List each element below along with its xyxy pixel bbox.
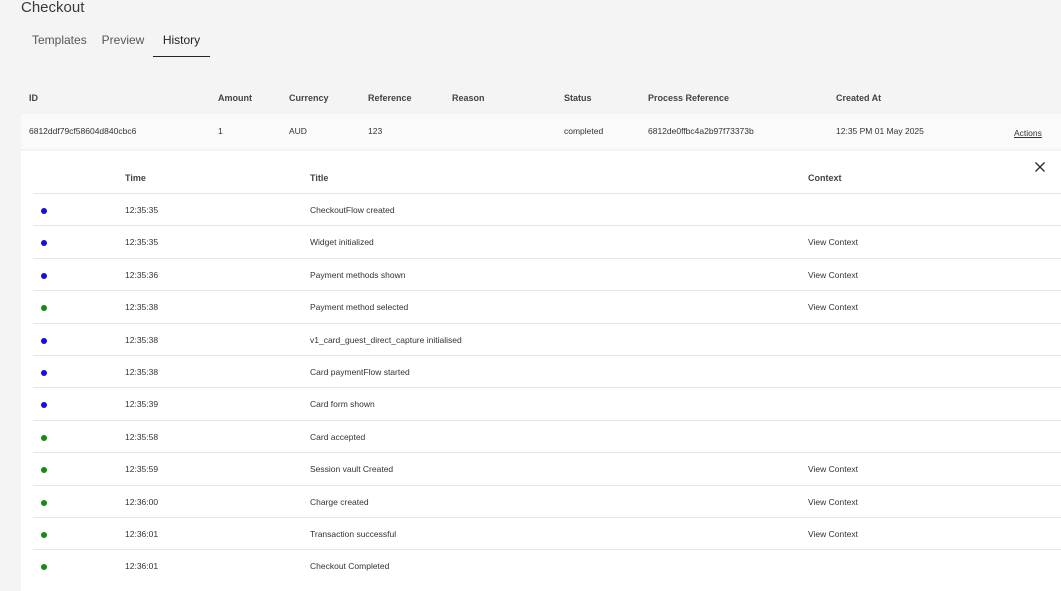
event-title: Checkout Completed bbox=[310, 561, 390, 572]
history-event-row: 12:35:58 Card accepted bbox=[33, 419, 1061, 453]
event-time: 12:36:00 bbox=[125, 496, 159, 507]
status-dot-icon bbox=[41, 272, 47, 279]
status-dot-icon bbox=[41, 208, 47, 214]
actions-link[interactable]: Actions bbox=[1014, 128, 1042, 138]
history-event-row: 12:36:00 Charge created View Context bbox=[33, 484, 1061, 518]
column-header-amount: Amount bbox=[218, 93, 252, 103]
status-dot-icon bbox=[41, 305, 47, 312]
status-dot-icon bbox=[41, 337, 47, 344]
event-time: 12:36:01 bbox=[125, 561, 159, 572]
status-dot-icon bbox=[41, 240, 47, 247]
tab-history[interactable]: History bbox=[153, 33, 210, 57]
view-context-link[interactable]: View Context bbox=[808, 237, 858, 247]
history-header-time: Time bbox=[125, 173, 146, 183]
event-title: Transaction successful bbox=[310, 529, 397, 539]
page-title: Checkout bbox=[21, 0, 85, 16]
event-title: Card accepted bbox=[310, 431, 366, 442]
event-time: 12:35:38 bbox=[125, 334, 159, 345]
event-time: 12:35:59 bbox=[125, 464, 159, 475]
history-event-row: 12:35:36 Payment methods shown View Contex… bbox=[33, 257, 1061, 291]
history-event-row: 12:35:38 Payment method selected View Cont… bbox=[33, 290, 1061, 323]
event-time: 12:35:36 bbox=[125, 269, 159, 280]
event-title: Card form shown bbox=[310, 399, 375, 410]
history-event-row: 12:36:01 Transaction successful View Conte… bbox=[33, 517, 1061, 550]
column-header-status: Status bbox=[564, 93, 592, 103]
history-event-row: 12:35:39 Card form shown bbox=[33, 387, 1061, 420]
cell-reference: 123 bbox=[368, 126, 383, 136]
event-time: 12:36:01 bbox=[125, 529, 159, 539]
event-title: Charge created bbox=[310, 496, 369, 507]
status-dot-icon bbox=[41, 564, 47, 571]
history-event-row: 12:35:35 CheckoutFlow created bbox=[33, 193, 1061, 226]
cell-currency: AUD bbox=[289, 126, 307, 136]
status-dot-icon bbox=[41, 402, 47, 409]
history-event-row: 12:35:59 Session vault Created View Contex… bbox=[33, 452, 1061, 485]
event-title: Card paymentFlow started bbox=[310, 367, 410, 377]
event-time: 12:35:35 bbox=[125, 237, 159, 248]
event-title: Payment method selected bbox=[310, 302, 409, 313]
column-header-id: ID bbox=[29, 93, 38, 103]
cell-status: completed bbox=[564, 126, 604, 136]
event-title: v1_card_guest_direct_capture initialised bbox=[310, 334, 462, 345]
status-dot-icon bbox=[41, 532, 47, 538]
history-event-row: 12:35:38 Card paymentFlow started bbox=[33, 355, 1061, 388]
event-time: 12:35:38 bbox=[125, 302, 159, 313]
cell-created-at: 12:35 PM 01 May 2025 bbox=[836, 126, 924, 136]
tab-preview[interactable]: Preview bbox=[100, 33, 146, 56]
view-context-link[interactable]: View Context bbox=[808, 302, 858, 312]
view-context-link[interactable]: View Context bbox=[808, 270, 858, 280]
history-header-title: Title bbox=[310, 173, 329, 183]
event-title: Widget initialized bbox=[310, 237, 374, 248]
column-header-process-reference: Process Reference bbox=[648, 93, 730, 103]
cell-process-reference: 6812de0ffbc4a2b97f73373b bbox=[648, 126, 754, 136]
view-context-link[interactable]: View Context bbox=[808, 497, 858, 507]
view-context-link[interactable]: View Context bbox=[808, 464, 858, 474]
event-title: Payment methods shown bbox=[310, 269, 406, 280]
status-dot-icon bbox=[41, 499, 47, 506]
event-time: 12:35:38 bbox=[125, 367, 159, 377]
event-title: CheckoutFlow created bbox=[310, 205, 395, 215]
history-header-context: Context bbox=[808, 173, 842, 183]
cell-amount: 1 bbox=[218, 126, 223, 136]
status-dot-icon bbox=[41, 434, 47, 441]
column-header-reason: Reason bbox=[452, 93, 485, 103]
cell-id: 6812ddf79cf58604d840cbc6 bbox=[29, 126, 137, 136]
status-dot-icon bbox=[41, 370, 47, 376]
column-header-created-at: Created At bbox=[836, 93, 882, 103]
event-time: 12:35:35 bbox=[125, 205, 159, 215]
tab-templates[interactable]: Templates bbox=[32, 33, 87, 56]
event-time: 12:35:39 bbox=[125, 399, 159, 410]
history-event-row: 12:35:35 Widget initialized View Context bbox=[33, 225, 1061, 258]
event-time: 12:35:58 bbox=[125, 431, 159, 442]
event-title: Session vault Created bbox=[310, 464, 394, 475]
history-event-row: 12:36:01 Checkout Completed bbox=[33, 549, 1061, 582]
view-context-link[interactable]: View Context bbox=[808, 529, 858, 539]
close-icon[interactable] bbox=[1033, 160, 1047, 174]
history-event-row: 12:35:38 v1_card_guest_direct_capture ini… bbox=[33, 322, 1061, 356]
column-header-currency: Currency bbox=[289, 93, 329, 103]
status-dot-icon bbox=[41, 467, 47, 474]
column-header-reference: Reference bbox=[368, 93, 412, 103]
